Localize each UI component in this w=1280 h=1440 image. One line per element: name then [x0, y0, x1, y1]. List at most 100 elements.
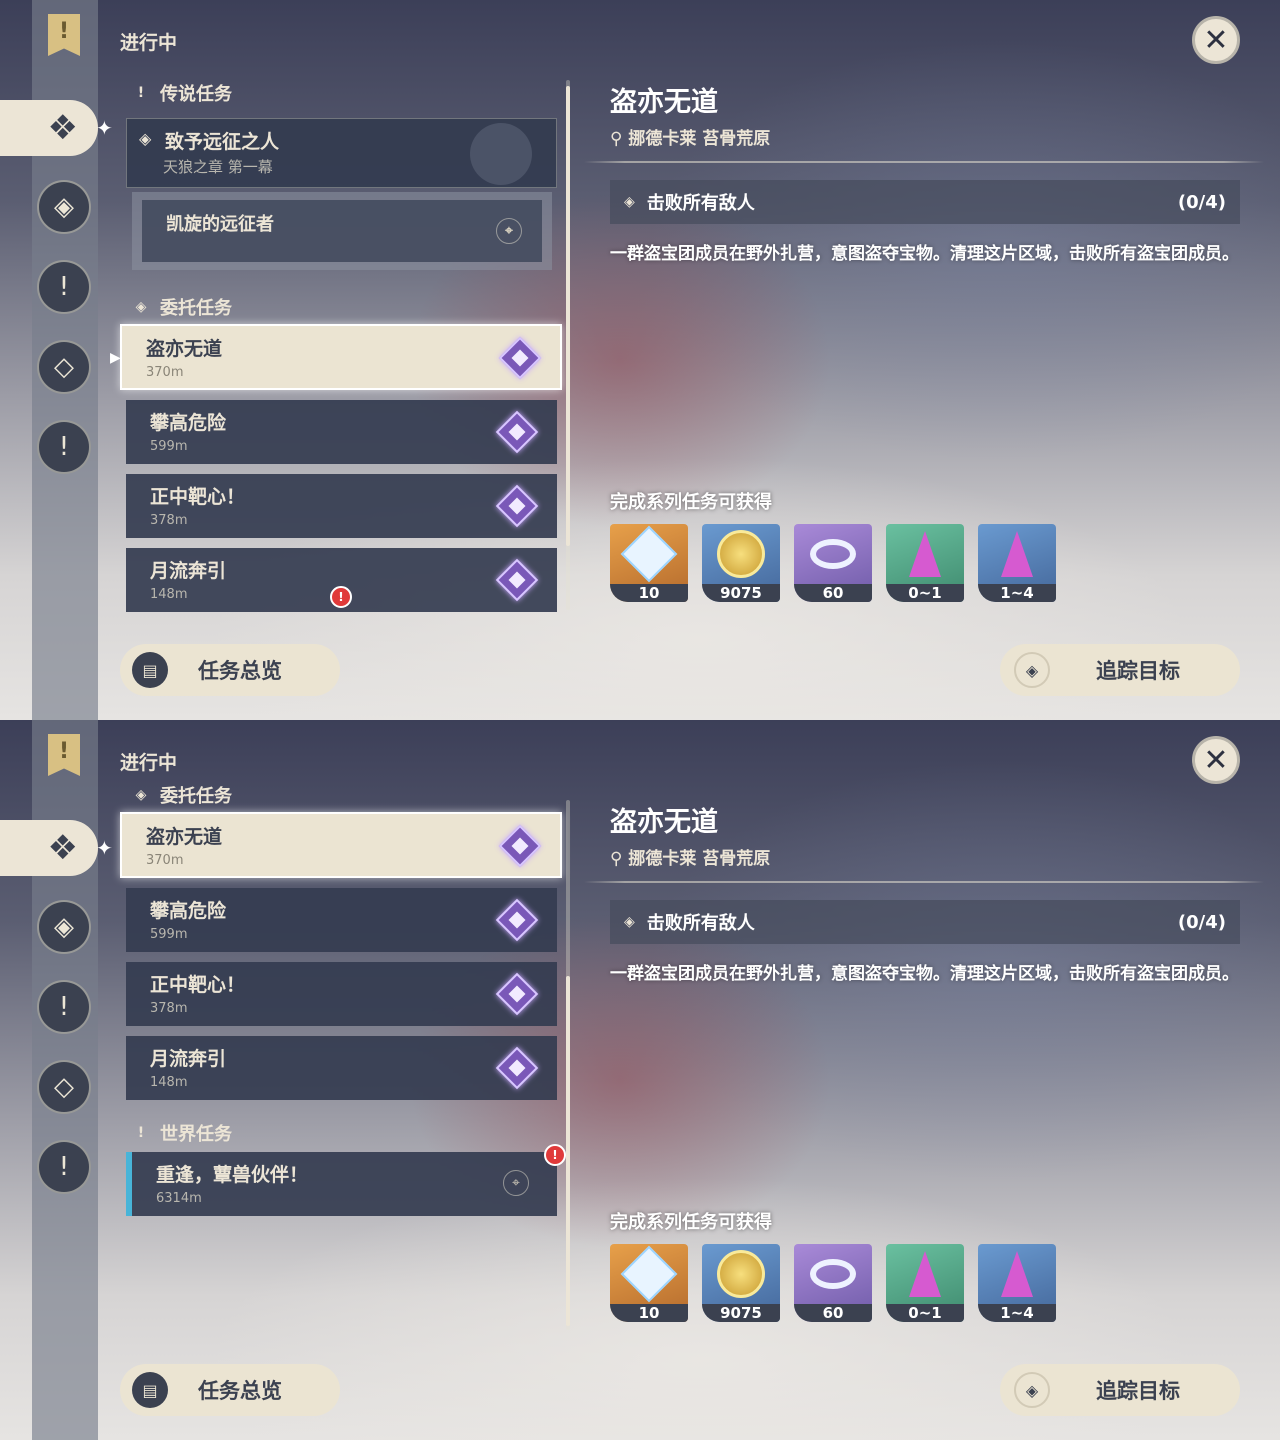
rewards-title: 完成系列任务可获得	[610, 1212, 772, 1233]
commission-star-icon	[498, 824, 542, 868]
mora-icon	[717, 1250, 765, 1298]
location-pin-icon[interactable]: ⌖	[496, 218, 522, 244]
legend-diamond-icon: ◈	[139, 129, 152, 148]
commission-item-2[interactable]: 正中靶心！ 378m	[126, 962, 557, 1026]
in-progress-label: 进行中	[120, 32, 178, 54]
commission-section-icon: ◈	[135, 299, 147, 315]
sparkle-icon: ✦	[96, 836, 113, 860]
rail-daily-icon[interactable]: ◇	[37, 1060, 91, 1114]
crystal-reward[interactable]: 0~1	[886, 1244, 964, 1322]
commission-item-2[interactable]: 正中靶心！ 378m	[126, 474, 557, 538]
section-commission: ◈ 委托任务	[132, 782, 232, 808]
crystal-cluster-reward[interactable]: 1~4	[978, 524, 1056, 602]
quest-overview-label: 任务总览	[198, 659, 282, 683]
divider	[584, 161, 1264, 163]
commission-distance: 370m	[146, 853, 184, 868]
track-target-button[interactable]: ◈ 追踪目标	[1000, 1364, 1240, 1416]
objective-row: ◈ 击败所有敌人 (0/4)	[610, 180, 1240, 224]
rail-tab-commission[interactable]: ❖	[0, 100, 98, 156]
track-diamond-icon: ◈	[1014, 652, 1050, 688]
commission-section-icon: ◈	[135, 787, 147, 803]
rail-world-icon[interactable]: !	[37, 420, 91, 474]
objective-text: 击败所有敌人	[646, 913, 755, 934]
quest-description: 一群盗宝团成员在野外扎营，意图盗夺宝物。清理这片区域，击败所有盗宝团成员。	[610, 244, 1239, 264]
rail-exclaim-icon[interactable]: !	[37, 260, 91, 314]
mora-icon	[717, 530, 765, 578]
quest-overview-button[interactable]: ▤ 任务总览	[120, 644, 340, 696]
commission-star-icon	[495, 898, 539, 942]
commission-star-icon	[495, 484, 539, 528]
commission-distance: 599m	[150, 927, 188, 942]
mora-reward[interactable]: 9075	[702, 1244, 780, 1322]
section-world-label: 世界任务	[160, 1124, 232, 1145]
close-button[interactable]: ✕	[1192, 736, 1240, 784]
quest-screen-bottom: ! ❖ ✦ ◈ ! ◇ ! 进行中 ◈ 委托任务 盗亦无道 370m 攀高危险 5…	[0, 720, 1280, 1440]
commission-item-1[interactable]: 攀高危险 599m	[126, 400, 557, 464]
quest-overview-button[interactable]: ▤ 任务总览	[120, 1364, 340, 1416]
world-quest-distance: 6314m	[156, 1191, 202, 1206]
rail-tab-commission[interactable]: ❖	[0, 820, 98, 876]
quest-screen-top: ! ❖ ✦ ◈ ! ◇ ! 进行中 ! 传说任务 ◈ 致予远征之人 天狼之章 第一…	[0, 0, 1280, 720]
rewards-list: 10 9075 60 0~1 1~4	[610, 524, 1056, 602]
reward-count: 10	[610, 1304, 688, 1322]
reward-count: 1~4	[978, 1304, 1056, 1322]
detail-title: 盗亦无道	[610, 807, 718, 838]
quest-book-icon: ▤	[132, 1372, 168, 1408]
primogem-reward[interactable]: 10	[610, 524, 688, 602]
rail-exclaim-icon[interactable]: !	[37, 980, 91, 1034]
commission-star-icon	[495, 1046, 539, 1090]
commission-item-0[interactable]: 盗亦无道 370m	[120, 812, 562, 878]
companionship-exp-icon	[810, 1259, 856, 1289]
commission-distance: 148m	[150, 587, 188, 602]
quest-description: 一群盗宝团成员在野外扎营，意图盗夺宝物。清理这片区域，击败所有盗宝团成员。	[610, 964, 1239, 984]
rail-daily-icon[interactable]: ◇	[37, 340, 91, 394]
crystal-cluster-icon	[1001, 1251, 1033, 1297]
crystal-reward[interactable]: 0~1	[886, 524, 964, 602]
world-quest-title: 重逢，蕈兽伙伴！	[156, 1164, 309, 1186]
legend-quest-card[interactable]: ◈ 致予远征之人 天狼之章 第一幕	[126, 118, 557, 188]
quest-list-scrollbar[interactable]	[566, 80, 570, 610]
section-world: ! 世界任务	[132, 1120, 232, 1146]
world-quest-item[interactable]: 重逢，蕈兽伙伴！ 6314m ⌖	[126, 1152, 557, 1216]
world-section-icon: !	[137, 1125, 145, 1141]
companionship-reward[interactable]: 60	[794, 1244, 872, 1322]
track-target-button[interactable]: ◈ 追踪目标	[1000, 644, 1240, 696]
detail-title: 盗亦无道	[610, 87, 718, 118]
location-pin-icon[interactable]: ⌖	[503, 1170, 529, 1196]
rewards-list: 10 9075 60 0~1 1~4	[610, 1244, 1056, 1322]
alert-icon: !	[544, 1144, 566, 1166]
commission-icon: ❖	[47, 108, 78, 148]
mora-reward[interactable]: 9075	[702, 524, 780, 602]
sparkle-icon: ✦	[96, 116, 113, 140]
rail-legend-icon[interactable]: ◈	[37, 900, 91, 954]
reward-count: 10	[610, 584, 688, 602]
reward-count: 0~1	[886, 584, 964, 602]
detail-location: ⚲ 挪德卡莱 苔骨荒原	[610, 124, 770, 149]
quest-list-scrollbar[interactable]	[566, 800, 570, 1330]
alert-icon: !	[330, 586, 352, 608]
commission-item-0[interactable]: 盗亦无道 370m	[120, 324, 562, 390]
section-legend: ! 传说任务	[132, 80, 232, 106]
legend-subquest-title: 凯旋的远征者	[166, 214, 274, 235]
objective-diamond-icon: ◈	[624, 194, 635, 210]
close-button[interactable]: ✕	[1192, 16, 1240, 64]
rail-legend-icon[interactable]: ◈	[37, 180, 91, 234]
primogem-reward[interactable]: 10	[610, 1244, 688, 1322]
rail-world-icon[interactable]: !	[37, 1140, 91, 1194]
commission-item-1[interactable]: 攀高危险 599m	[126, 888, 557, 952]
wolf-emblem-icon	[470, 123, 532, 185]
legend-subquest[interactable]: 凯旋的远征者 ⌖	[132, 192, 552, 270]
crystal-cluster-icon	[1001, 531, 1033, 577]
section-commission-label: 委托任务	[160, 298, 232, 319]
commission-star-icon	[495, 972, 539, 1016]
section-legend-label: 传说任务	[160, 84, 232, 105]
crystal-icon	[909, 1251, 941, 1297]
commission-star-icon	[498, 336, 542, 380]
primogem-icon	[620, 1245, 678, 1303]
commission-item-3[interactable]: 月流奔引 148m	[126, 1036, 557, 1100]
companionship-reward[interactable]: 60	[794, 524, 872, 602]
objective-count: (0/4)	[1177, 911, 1226, 933]
crystal-cluster-reward[interactable]: 1~4	[978, 1244, 1056, 1322]
commission-distance: 378m	[150, 513, 188, 528]
commission-distance: 370m	[146, 365, 184, 380]
